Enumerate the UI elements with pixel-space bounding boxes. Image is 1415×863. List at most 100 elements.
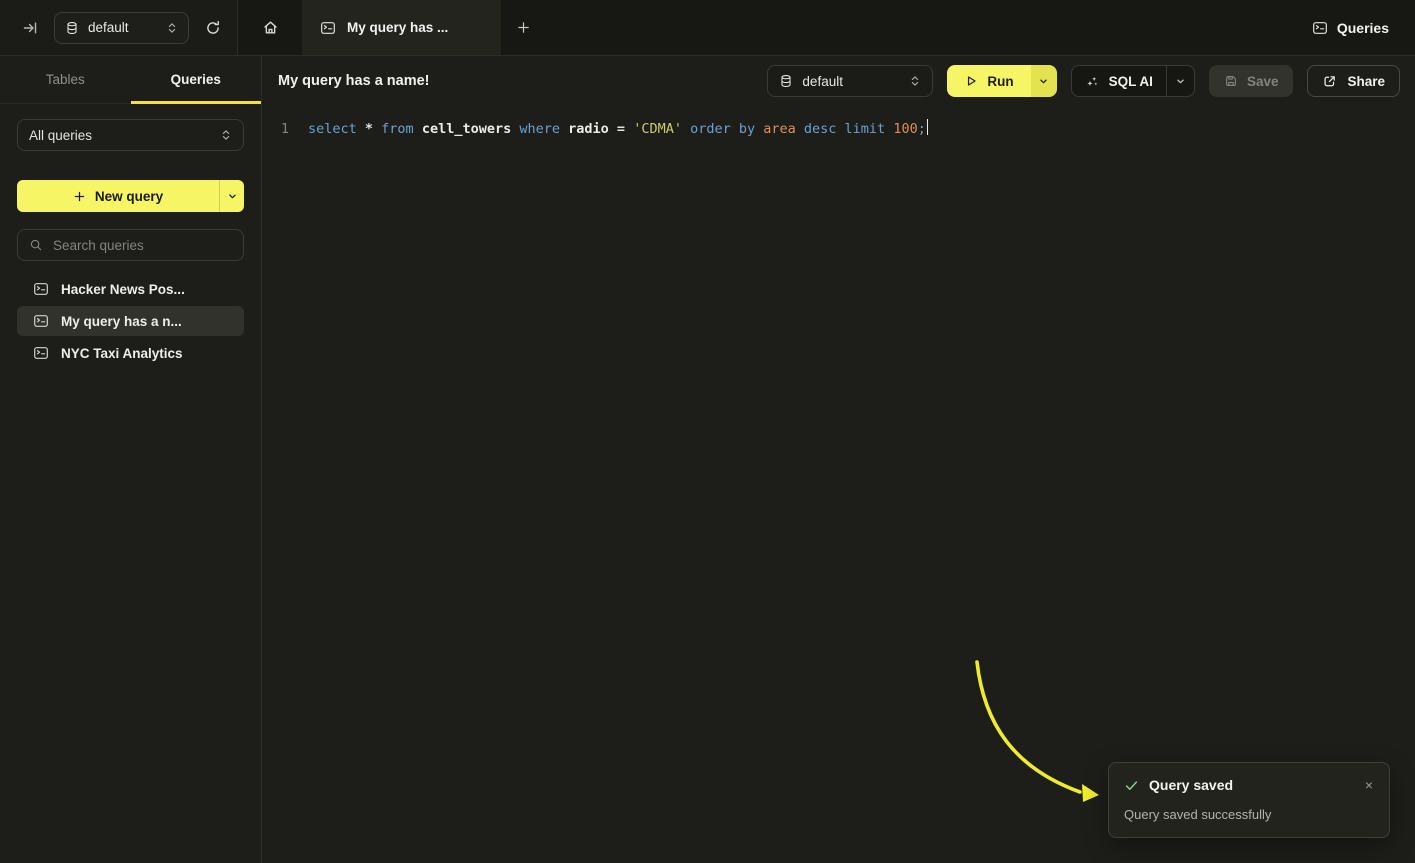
tab-tables-label: Tables [46, 72, 85, 87]
sort-icon [220, 129, 232, 141]
sidebar-body: All queries New query [0, 104, 261, 368]
query-filter-select[interactable]: All queries [17, 119, 244, 151]
save-button[interactable]: Save [1209, 65, 1294, 97]
query-list-item-nyc-taxi[interactable]: NYC Taxi Analytics [17, 338, 244, 368]
tab-queries-label: Queries [171, 72, 221, 87]
new-tab-button[interactable] [501, 0, 545, 55]
query-filter-value: All queries [29, 128, 92, 143]
search-queries-box [17, 229, 244, 261]
queries-indicator-label: Queries [1337, 20, 1389, 36]
code-token-str: 'CDMA' [633, 121, 690, 137]
code-token-kw: desc [804, 121, 845, 137]
sparkle-ai-icon [1085, 74, 1100, 89]
share-button[interactable]: Share [1307, 65, 1400, 97]
share-label: Share [1347, 74, 1385, 89]
share-icon [1322, 74, 1337, 89]
query-item-label: NYC Taxi Analytics [61, 346, 183, 361]
new-query-button[interactable]: New query [17, 180, 244, 212]
code-token-kw: order by [690, 121, 763, 137]
sort-icon [166, 22, 178, 34]
query-list-item-hacker-news[interactable]: Hacker News Pos... [17, 274, 244, 304]
run-button[interactable]: Run [947, 65, 1030, 97]
code-token-kw: from [381, 121, 422, 137]
sql-ai-label: SQL AI [1109, 74, 1153, 89]
run-label: Run [987, 74, 1013, 89]
new-query-label: New query [95, 189, 163, 204]
line-number: 1 [279, 119, 289, 140]
home-icon [262, 19, 279, 36]
toast-close-button[interactable]: × [1363, 778, 1375, 792]
query-terminal-icon [1312, 20, 1328, 36]
toast-title: Query saved [1149, 777, 1233, 793]
run-button-group: Run [947, 65, 1056, 97]
chevron-down-icon [1175, 76, 1186, 87]
plus-icon [516, 20, 531, 35]
code-line: 1 select * from cell_towers where radio … [279, 119, 1405, 140]
editor-actions: default Run [767, 65, 1400, 97]
chevron-down-icon [227, 191, 238, 202]
main-panel: My query has a name! default [262, 56, 1415, 863]
plus-icon [73, 190, 86, 203]
body-row: Tables Queries All queries New query [0, 56, 1415, 863]
sort-icon [909, 75, 921, 87]
topbar: default My query has ... [0, 0, 1415, 56]
new-query-dropdown[interactable] [219, 180, 244, 212]
query-title: My query has a name! [278, 73, 430, 89]
play-icon [964, 74, 978, 88]
query-list: Hacker News Pos... My query has a n... N… [17, 274, 244, 368]
code-token-op: * [365, 121, 381, 137]
code-token-punct: ; [918, 121, 926, 137]
tab-queries[interactable]: Queries [131, 56, 262, 103]
code-token-kw: where [519, 121, 568, 137]
tabstrip: My query has ... Queries [238, 0, 1415, 55]
query-terminal-icon [33, 313, 49, 329]
search-queries-input[interactable] [51, 237, 232, 254]
new-query-main[interactable]: New query [17, 180, 219, 212]
text-cursor [927, 119, 929, 135]
toast-header: Query saved × [1124, 777, 1375, 793]
code-token-ident: cell_towers [422, 121, 520, 137]
editor-database-selector[interactable]: default [767, 65, 933, 97]
query-terminal-icon [33, 345, 49, 361]
topbar-left-section: default [0, 0, 238, 55]
code-token-field: area [763, 121, 804, 137]
queries-indicator[interactable]: Queries [1312, 0, 1389, 55]
code-token-kw: select [308, 121, 365, 137]
code-token-num: 100 [893, 121, 917, 137]
close-icon: × [1365, 777, 1373, 793]
run-dropdown[interactable] [1031, 65, 1057, 97]
refresh-button[interactable] [199, 14, 227, 42]
query-list-item-my-query[interactable]: My query has a n... [17, 306, 244, 336]
sql-ai-dropdown[interactable] [1166, 66, 1194, 96]
query-terminal-icon [320, 20, 336, 36]
editor-header: My query has a name! default [262, 56, 1415, 106]
code-token-op: = [617, 121, 633, 137]
collapse-sidebar-icon [22, 20, 38, 36]
app-root: default My query has ... [0, 0, 1415, 863]
sidebar-tabs: Tables Queries [0, 56, 261, 104]
sql-editor[interactable]: 1 select * from cell_towers where radio … [262, 106, 1415, 140]
query-item-label: My query has a n... [61, 314, 182, 329]
sql-ai-button[interactable]: SQL AI [1072, 66, 1166, 96]
chevron-down-icon [1038, 76, 1049, 87]
annotation-arrow [262, 56, 1415, 863]
database-icon [65, 21, 79, 35]
database-icon [779, 74, 793, 88]
topbar-database-value: default [88, 20, 129, 35]
refresh-icon [205, 20, 221, 36]
tab-tables[interactable]: Tables [0, 56, 131, 103]
query-item-label: Hacker News Pos... [61, 282, 185, 297]
save-icon [1224, 74, 1238, 88]
tab-my-query[interactable]: My query has ... [302, 0, 501, 55]
collapse-sidebar-button[interactable] [16, 14, 44, 42]
editor-database-value: default [802, 74, 843, 89]
check-icon [1124, 778, 1139, 793]
save-label: Save [1247, 74, 1279, 89]
toast-query-saved: Query saved × Query saved successfully [1108, 762, 1390, 838]
query-terminal-icon [33, 281, 49, 297]
code-token-kw: limit [845, 121, 894, 137]
tab-label: My query has ... [347, 20, 448, 35]
home-button[interactable] [238, 0, 302, 55]
topbar-database-selector[interactable]: default [54, 12, 189, 44]
sidebar: Tables Queries All queries New query [0, 56, 262, 863]
